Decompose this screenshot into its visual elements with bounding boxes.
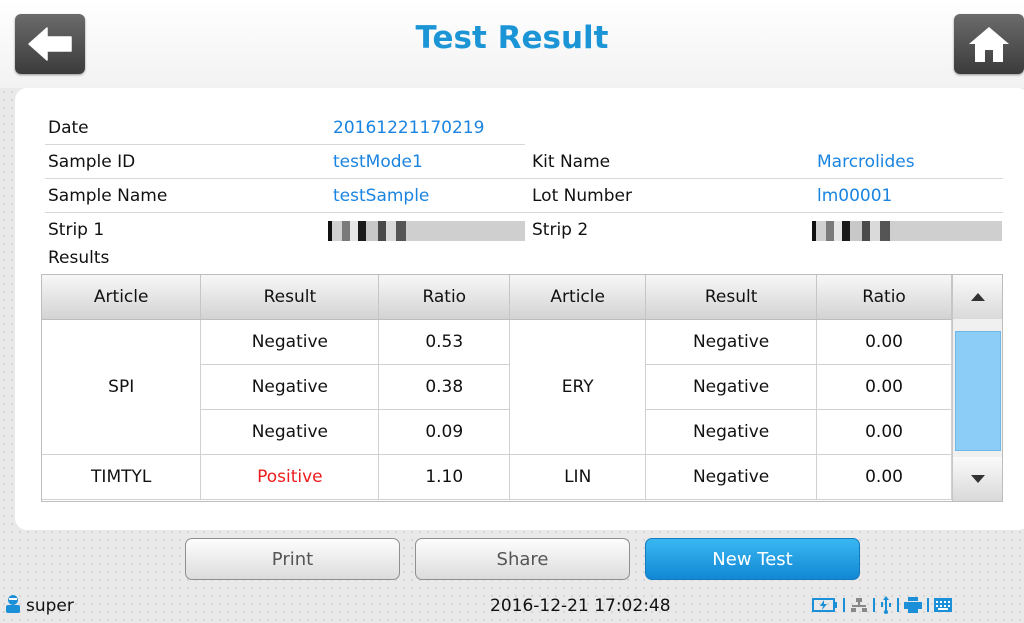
separator — [873, 598, 875, 612]
scroll-thumb[interactable] — [955, 331, 1001, 451]
date-row: Date 20161221170219 — [15, 112, 1015, 145]
table-row: Negative 0.53 Negative 0.00 — [42, 319, 952, 365]
column-header-article: Article — [42, 275, 202, 320]
article-cell: ERY — [509, 364, 647, 409]
column-header-article: Article — [509, 275, 647, 320]
ratio-cell: 0.00 — [816, 409, 952, 455]
user-icon — [6, 595, 20, 613]
header-bar: Test Result — [0, 0, 1024, 88]
result-cell: Negative — [645, 364, 818, 410]
article-cell: TIMTYL — [42, 454, 202, 500]
date-label: Date — [48, 118, 89, 138]
table-row: Negative 0.09 Negative 0.00 — [42, 409, 952, 455]
column-header-result: Result — [200, 275, 380, 320]
result-cell: Negative — [645, 319, 818, 365]
share-button[interactable]: Share — [415, 538, 630, 580]
kit-name-value: Marcrolides — [817, 152, 915, 172]
status-datetime: 2016-12-21 17:02:48 — [490, 596, 671, 616]
lot-number-value: lm00001 — [817, 186, 893, 206]
triangle-up-icon — [970, 293, 985, 301]
status-icons — [812, 596, 952, 614]
column-header-ratio: Ratio — [816, 275, 952, 320]
results-table: Article Result Ratio Article Result Rati… — [41, 274, 1003, 502]
home-icon — [969, 27, 1009, 62]
results-label: Results — [48, 248, 110, 268]
ratio-cell: 1.10 — [378, 454, 511, 500]
article-cell — [42, 409, 202, 455]
table-row: TIMTYL Positive 1.10 LIN Negative 0.00 — [42, 454, 952, 500]
sample-id-row: Sample ID testMode1 Kit Name Marcrolides — [15, 146, 1015, 179]
result-cell: Negative — [645, 409, 818, 455]
triangle-down-icon — [970, 475, 985, 483]
column-header-ratio: Ratio — [378, 275, 511, 320]
ratio-cell: 0.00 — [816, 454, 952, 500]
lot-number-label: Lot Number — [532, 186, 632, 206]
sample-name-row: Sample Name testSample Lot Number lm0000… — [15, 180, 1015, 213]
result-cell: Negative — [200, 319, 380, 365]
article-cell — [509, 319, 647, 364]
article-cell — [42, 319, 202, 364]
table-scrollbar[interactable] — [952, 275, 1002, 501]
result-cell: Negative — [645, 454, 818, 500]
result-cell: Negative — [200, 364, 380, 410]
new-test-button[interactable]: New Test — [645, 538, 860, 580]
sample-name-label: Sample Name — [48, 186, 168, 206]
battery-charging-icon — [812, 598, 837, 612]
printer-icon — [904, 597, 922, 613]
divider — [45, 212, 1003, 213]
result-cell-positive: Positive — [200, 454, 380, 500]
separator — [843, 598, 845, 612]
divider — [45, 144, 525, 145]
ratio-cell: 0.38 — [378, 364, 511, 410]
strip1-label: Strip 1 — [48, 220, 105, 240]
result-cell: Negative — [200, 409, 380, 455]
print-button[interactable]: Print — [185, 538, 400, 580]
kit-name-label: Kit Name — [532, 152, 611, 172]
strip2-label: Strip 2 — [532, 220, 589, 240]
strip-row: Strip 1 Strip 2 — [15, 214, 1015, 247]
ratio-cell: 0.09 — [378, 409, 511, 455]
date-value: 20161221170219 — [333, 118, 485, 138]
network-icon — [851, 598, 867, 612]
article-cell: SPI — [42, 364, 202, 409]
strip1-image — [328, 221, 525, 241]
column-header-result: Result — [645, 275, 818, 320]
separator — [897, 598, 899, 612]
ratio-cell: 0.00 — [816, 364, 952, 410]
ratio-cell: 0.00 — [816, 319, 952, 365]
article-cell — [509, 409, 647, 455]
article-cell: LIN — [509, 454, 647, 500]
keyboard-icon — [934, 598, 952, 612]
home-button[interactable] — [954, 14, 1024, 74]
result-card: Date 20161221170219 Sample ID testMode1 … — [15, 88, 1024, 530]
sample-id-label: Sample ID — [48, 152, 136, 172]
usb-icon — [881, 596, 891, 614]
table-header-row: Article Result Ratio Article Result Rati… — [42, 275, 952, 320]
table-row: SPI Negative 0.38 ERY Negative 0.00 — [42, 364, 952, 410]
page-title: Test Result — [415, 20, 609, 56]
separator — [927, 598, 929, 612]
sample-id-value: testMode1 — [333, 152, 423, 172]
strip2-image — [812, 221, 1002, 241]
scroll-down-button[interactable] — [953, 457, 1002, 501]
user-name: super — [26, 596, 74, 616]
ratio-cell: 0.53 — [378, 319, 511, 365]
divider — [45, 178, 1003, 179]
scroll-up-button[interactable] — [953, 275, 1002, 319]
sample-name-value: testSample — [333, 186, 430, 206]
status-bar: super 2016-12-21 17:02:48 — [0, 588, 1024, 623]
